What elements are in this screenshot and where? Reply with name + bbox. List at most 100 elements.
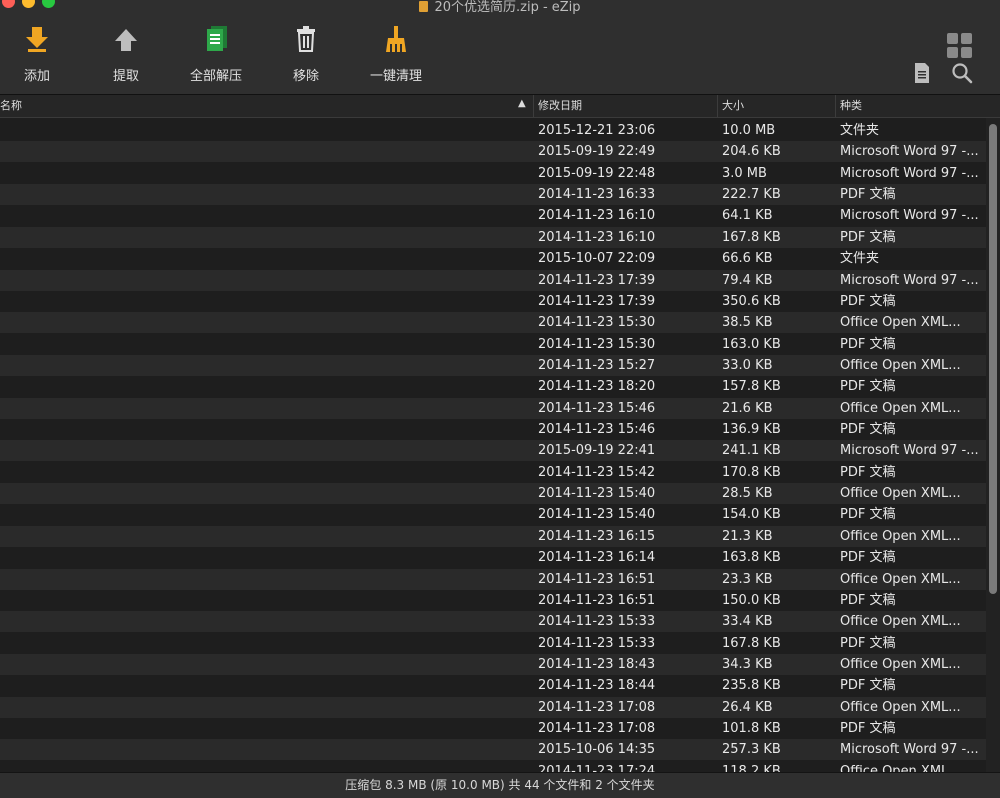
table-row[interactable]: 蓝色框架简历模板.pdf2014-11-23 16:51150.0 KBPDF …: [0, 590, 1000, 611]
table-row[interactable]: 20个优选简历2015-12-21 23:0610.0 MB文件夹: [0, 120, 1000, 141]
table-row[interactable]: W6666666封面.doc2015-09-19 22:49204.6 KBMi…: [0, 141, 1000, 163]
size-cell: 10.0 MB: [722, 123, 776, 138]
kind-cell: Microsoft Word 97 -...: [840, 272, 979, 288]
table-row[interactable]: 红色简洁简历模板.pdf2014-11-23 15:30163.0 KBPDF …: [0, 334, 1000, 355]
table-row[interactable]: 蓝色简洁简历模板.pdf2014-11-23 15:40154.0 KBPDF …: [0, 504, 1000, 525]
table-row[interactable]: W模板6.doc2015-10-06 14:35257.3 KBMicrosof…: [0, 739, 1000, 761]
size-cell: 23.3 KB: [722, 571, 773, 587]
modified-date-cell: 2014-11-23 18:43: [538, 657, 656, 672]
search-icon[interactable]: [950, 61, 974, 85]
table-row[interactable]: W红色简洁简历模板.docx2014-11-23 15:3038.5 KBOff…: [0, 312, 1000, 334]
size-cell: 118.2 KB: [722, 763, 781, 772]
kind-cell: PDF 文稿: [840, 678, 896, 694]
kind-cell: Office Open XML...: [840, 528, 961, 544]
table-row[interactable]: 草木灰圈圈简历模板.pdf2014-11-23 16:10167.8 KBPDF…: [0, 226, 1000, 248]
table-row[interactable]: W草木灰圈圈简历模板.doc2014-11-23 16:1064.1 KBMic…: [0, 205, 1000, 226]
kind-cell: Microsoft Word 97 -...: [840, 443, 979, 459]
column-header-size[interactable]: 大小: [718, 95, 836, 117]
kind-cell: PDF 文稿: [840, 187, 896, 203]
table-row[interactable]: W蓝色线条简历模板.docx2014-11-23 17:0826.4 KBOff…: [0, 696, 1000, 718]
modified-date-cell: 2014-11-23 17:08: [538, 721, 656, 737]
kind-cell: Microsoft Word 97 -...: [840, 742, 979, 758]
table-row[interactable]: 创意2015-10-07 22:0966.6 KB文件夹: [0, 248, 1000, 269]
scrollbar-thumb[interactable]: [989, 124, 997, 594]
modified-date-cell: 2014-11-23 16:51: [538, 571, 656, 587]
table-row[interactable]: W灰色简洁简历模板.docx2014-11-23 15:4621.6 KBOff…: [0, 397, 1000, 419]
modified-date-cell: 2014-11-23 15:30: [538, 315, 656, 331]
modified-date-cell: 2014-11-23 15:33: [538, 635, 656, 651]
modified-date-cell: 2014-11-23 17:39: [538, 272, 656, 288]
download-arrow-icon: [26, 27, 48, 52]
table-row[interactable]: 蓝色块状简历模板.pdf2014-11-23 16:14163.8 KBPDF …: [0, 547, 1000, 568]
extract-all-button[interactable]: 全部解压: [176, 24, 256, 84]
column-header: 名称 ▲ 修改日期 大小 种类: [0, 95, 1000, 118]
table-row[interactable]: 蓝色大气简历模板.pdf2014-11-23 15:42170.8 KBPDF …: [0, 462, 1000, 483]
table-row[interactable]: W蓝色简洁简历模板.docx2014-11-23 15:4028.5 KBOff…: [0, 483, 1000, 505]
table-row[interactable]: W666666封面.doc2015-09-19 22:483.0 MBMicro…: [0, 163, 1000, 184]
size-cell: 64.1 KB: [722, 208, 773, 224]
table-row[interactable]: W蓝色块状简历模板.docx2014-11-23 16:1521.3 KBOff…: [0, 525, 1000, 547]
kind-cell: PDF 文稿: [840, 592, 896, 608]
one-click-clean-button[interactable]: 一键清理: [356, 24, 436, 84]
column-header-date[interactable]: 修改日期: [534, 95, 718, 117]
table-row[interactable]: 蓝色条状简历模板.pdf2014-11-23 18:44235.8 KBPDF …: [0, 675, 1000, 696]
modified-date-cell: 2014-11-23 16:33: [538, 187, 656, 203]
table-row[interactable]: 草木灰简洁风格.pdf2014-11-23 16:33222.7 KBPDF 文…: [0, 184, 1000, 206]
size-cell: 3.0 MB: [722, 165, 767, 181]
modified-date-cell: 2014-11-23 15:27: [538, 357, 656, 373]
size-cell: 21.3 KB: [722, 528, 773, 544]
add-button-label: 添加: [23, 69, 50, 84]
add-button[interactable]: 添加: [0, 24, 77, 84]
table-row[interactable]: 灰色简洁简历模板.pdf2014-11-23 15:46136.9 KBPDF …: [0, 419, 1000, 440]
modified-date-cell: 2014-11-23 15:46: [538, 400, 656, 416]
modified-date-cell: 2014-11-23 15:40: [538, 507, 656, 523]
size-cell: 204.6 KB: [722, 144, 781, 160]
table-row[interactable]: W灰色大气简历模板.docx2014-11-23 15:2733.0 KBOff…: [0, 354, 1000, 376]
modified-date-cell: 2015-10-06 14:35: [538, 742, 656, 758]
table-row[interactable]: 灰色大气简历模板.pdf2014-11-23 18:20157.8 KBPDF …: [0, 376, 1000, 397]
vertical-scrollbar[interactable]: [986, 118, 1000, 772]
kind-cell: Office Open XML...: [840, 571, 961, 587]
table-row[interactable]: 蓝色两栏简历模板.pdf2014-11-23 15:33167.8 KBPDF …: [0, 633, 1000, 654]
modified-date-cell: 2014-11-23 16:51: [538, 592, 656, 608]
kind-cell: Office Open XML...: [840, 357, 961, 373]
column-header-kind[interactable]: 种类: [836, 95, 1000, 117]
size-cell: 66.6 KB: [722, 251, 773, 267]
sort-ascending-icon: ▲: [518, 98, 526, 109]
kind-cell: Office Open XML...: [840, 699, 961, 715]
modified-date-cell: 2015-09-19 22:41: [538, 443, 656, 459]
info-document-icon[interactable]: [912, 62, 932, 84]
size-cell: 150.0 KB: [722, 592, 781, 608]
table-row[interactable]: W简历模板.doc2015-09-19 22:41241.1 KBMicroso…: [0, 440, 1000, 462]
modified-date-cell: 2014-11-23 17:39: [538, 293, 656, 309]
modified-date-cell: 2015-09-19 22:49: [538, 144, 656, 160]
table-row[interactable]: 蓝色线条简历模板.pdf2014-11-23 17:08101.8 KBPDF …: [0, 718, 1000, 739]
column-header-date-label: 修改日期: [538, 99, 582, 112]
modified-date-cell: 2015-09-19 22:48: [538, 165, 656, 181]
size-cell: 34.3 KB: [722, 657, 773, 672]
grid-view-icon[interactable]: [946, 32, 974, 60]
table-row[interactable]: W大气学术型简历模板.doc2014-11-23 17:3979.4 KBMic…: [0, 269, 1000, 291]
table-row[interactable]: W蓝色框架简历模板.docx2014-11-23 16:5123.3 KBOff…: [0, 568, 1000, 590]
kind-cell: Microsoft Word 97 -...: [840, 144, 979, 160]
modified-date-cell: 2014-11-23 17:08: [538, 699, 656, 715]
modified-date-cell: 2014-11-23 16:10: [538, 208, 656, 224]
kind-cell: PDF 文稿: [840, 635, 896, 651]
zip-file-icon: [419, 1, 429, 12]
size-cell: 350.6 KB: [722, 293, 781, 309]
table-row[interactable]: 大气学术型简历模板.pdf2014-11-23 17:39350.6 KBPDF…: [0, 291, 1000, 312]
kind-cell: PDF 文稿: [840, 336, 896, 352]
kind-cell: PDF 文稿: [840, 721, 896, 737]
remove-button[interactable]: 移除: [266, 24, 346, 84]
extract-button[interactable]: 提取: [86, 24, 166, 84]
table-row[interactable]: W蓝色两栏简历模板.docx2014-11-23 15:3333.4 KBOff…: [0, 611, 1000, 633]
modified-date-cell: 2014-11-23 15:42: [538, 464, 656, 480]
size-cell: 79.4 KB: [722, 272, 773, 288]
table-row[interactable]: W蓝色条状简历模板.docx2014-11-23 18:4334.3 KBOff…: [0, 654, 1000, 675]
column-header-name[interactable]: 名称: [0, 95, 534, 117]
modified-date-cell: 2014-11-23 18:20: [538, 379, 656, 395]
table-row[interactable]: W青色个性简历模板.docx2014-11-23 17:24118.2 KBOf…: [0, 761, 1000, 772]
kind-cell: Office Open XML...: [840, 657, 961, 672]
size-cell: 136.9 KB: [722, 422, 781, 438]
kind-cell: Office Open XML...: [840, 614, 961, 630]
